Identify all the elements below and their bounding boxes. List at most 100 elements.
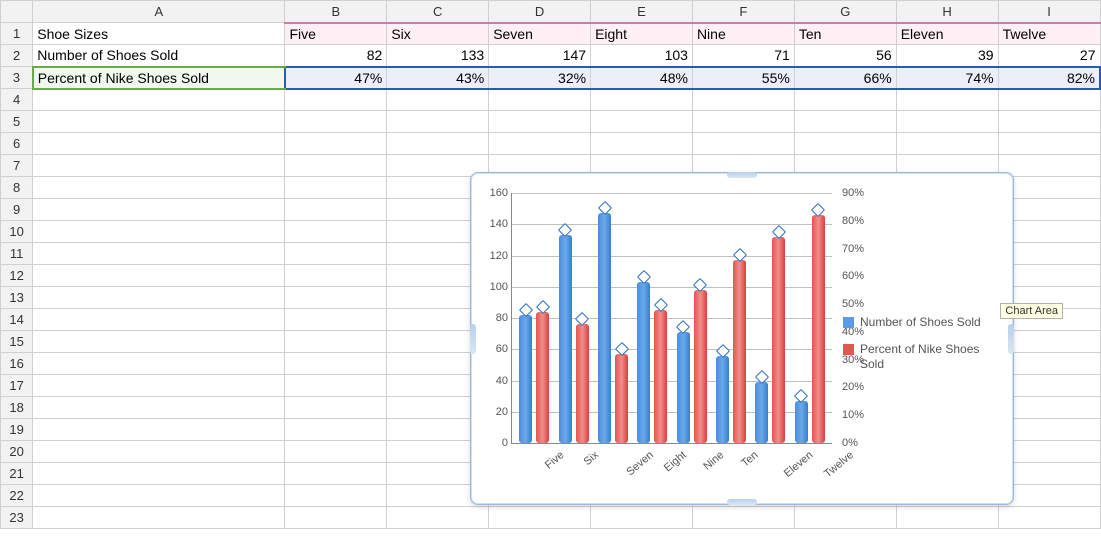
cell[interactable] bbox=[489, 507, 591, 529]
resize-handle-bottom-icon[interactable] bbox=[727, 499, 757, 505]
table-row[interactable]: 4 bbox=[1, 89, 1101, 111]
row-header[interactable]: 16 bbox=[1, 353, 33, 375]
cell[interactable] bbox=[33, 309, 285, 331]
table-row[interactable]: 23 bbox=[1, 507, 1101, 529]
row-header[interactable]: 10 bbox=[1, 221, 33, 243]
row-header[interactable]: 2 bbox=[1, 45, 33, 67]
cell[interactable] bbox=[33, 441, 285, 463]
cell[interactable] bbox=[998, 507, 1100, 529]
cell[interactable] bbox=[998, 111, 1100, 133]
bar-series1[interactable] bbox=[755, 382, 768, 443]
cell[interactable]: Five bbox=[285, 23, 387, 45]
cell[interactable] bbox=[591, 111, 693, 133]
cell[interactable] bbox=[33, 155, 285, 177]
cell[interactable] bbox=[591, 89, 693, 111]
row-header[interactable]: 20 bbox=[1, 441, 33, 463]
row-header[interactable]: 17 bbox=[1, 375, 33, 397]
cell[interactable]: 74% bbox=[896, 67, 998, 89]
cell[interactable] bbox=[489, 89, 591, 111]
column-header-row[interactable]: A B C D E F G H I bbox=[1, 1, 1101, 23]
cell[interactable] bbox=[692, 111, 794, 133]
col-header[interactable]: D bbox=[489, 1, 591, 23]
table-row[interactable]: 2Number of Shoes Sold8213314710371563927 bbox=[1, 45, 1101, 67]
bar-series1[interactable] bbox=[677, 332, 690, 443]
cell[interactable] bbox=[33, 265, 285, 287]
cell[interactable]: Percent of Nike Shoes Sold bbox=[33, 67, 285, 89]
col-header[interactable]: I bbox=[998, 1, 1100, 23]
cell[interactable]: Ten bbox=[794, 23, 896, 45]
cell[interactable]: 55% bbox=[692, 67, 794, 89]
cell[interactable]: 71 bbox=[692, 45, 794, 67]
table-row[interactable]: 1Shoe SizesFiveSixSevenEightNineTenEleve… bbox=[1, 23, 1101, 45]
bar-series1[interactable] bbox=[519, 315, 532, 443]
cell[interactable] bbox=[692, 133, 794, 155]
cell[interactable] bbox=[285, 331, 387, 353]
cell[interactable] bbox=[896, 507, 998, 529]
cell[interactable]: 48% bbox=[591, 67, 693, 89]
row-header[interactable]: 8 bbox=[1, 177, 33, 199]
row-header[interactable]: 1 bbox=[1, 23, 33, 45]
cell[interactable] bbox=[285, 463, 387, 485]
cell[interactable] bbox=[33, 111, 285, 133]
bar-series2[interactable] bbox=[812, 215, 825, 443]
cell[interactable] bbox=[285, 155, 387, 177]
col-header[interactable]: G bbox=[794, 1, 896, 23]
cell[interactable] bbox=[285, 309, 387, 331]
cell[interactable]: 66% bbox=[794, 67, 896, 89]
cell[interactable] bbox=[33, 397, 285, 419]
cell[interactable] bbox=[285, 507, 387, 529]
chart-legend[interactable]: Number of Shoes Sold Percent of Nike Sho… bbox=[843, 303, 1003, 384]
cell[interactable] bbox=[692, 507, 794, 529]
table-row[interactable]: 6 bbox=[1, 133, 1101, 155]
legend-entry[interactable]: Number of Shoes Sold bbox=[843, 315, 1003, 330]
cell[interactable] bbox=[33, 375, 285, 397]
cell[interactable] bbox=[285, 375, 387, 397]
legend-entry[interactable]: Percent of Nike Shoes Sold bbox=[843, 342, 1003, 372]
cell[interactable] bbox=[387, 133, 489, 155]
cell[interactable] bbox=[489, 133, 591, 155]
cell[interactable] bbox=[285, 485, 387, 507]
cell[interactable] bbox=[33, 199, 285, 221]
row-header[interactable]: 4 bbox=[1, 89, 33, 111]
resize-handle-right-icon[interactable] bbox=[1008, 324, 1014, 354]
row-header[interactable]: 6 bbox=[1, 133, 33, 155]
cell[interactable]: 32% bbox=[489, 67, 591, 89]
cell[interactable] bbox=[794, 507, 896, 529]
cell[interactable]: Number of Shoes Sold bbox=[33, 45, 285, 67]
row-header[interactable]: 22 bbox=[1, 485, 33, 507]
row-header[interactable]: 21 bbox=[1, 463, 33, 485]
cell[interactable] bbox=[998, 89, 1100, 111]
cell[interactable]: Twelve bbox=[998, 23, 1100, 45]
row-header[interactable]: 9 bbox=[1, 199, 33, 221]
bar-series2[interactable] bbox=[615, 354, 628, 443]
cell[interactable] bbox=[33, 177, 285, 199]
row-header[interactable]: 7 bbox=[1, 155, 33, 177]
cell[interactable] bbox=[33, 221, 285, 243]
cell[interactable]: 27 bbox=[998, 45, 1100, 67]
select-all-corner[interactable] bbox=[1, 1, 33, 23]
cell[interactable] bbox=[896, 111, 998, 133]
bar-series1[interactable] bbox=[559, 235, 572, 443]
cell[interactable] bbox=[285, 133, 387, 155]
cell[interactable] bbox=[692, 89, 794, 111]
cell[interactable]: 82 bbox=[285, 45, 387, 67]
bar-series2[interactable] bbox=[772, 237, 785, 443]
cell[interactable] bbox=[387, 507, 489, 529]
cell[interactable] bbox=[285, 441, 387, 463]
cell[interactable] bbox=[998, 155, 1100, 177]
cell[interactable] bbox=[489, 111, 591, 133]
row-header[interactable]: 3 bbox=[1, 67, 33, 89]
cell[interactable]: 43% bbox=[387, 67, 489, 89]
cell[interactable] bbox=[33, 287, 285, 309]
col-header[interactable]: C bbox=[387, 1, 489, 23]
cell[interactable]: 103 bbox=[591, 45, 693, 67]
cell[interactable] bbox=[285, 419, 387, 441]
row-header[interactable]: 23 bbox=[1, 507, 33, 529]
cell[interactable]: Nine bbox=[692, 23, 794, 45]
cell[interactable] bbox=[285, 243, 387, 265]
bar-series1[interactable] bbox=[598, 213, 611, 443]
bar-series1[interactable] bbox=[716, 356, 729, 444]
col-header[interactable]: E bbox=[591, 1, 693, 23]
cell[interactable] bbox=[285, 177, 387, 199]
cell[interactable] bbox=[285, 221, 387, 243]
